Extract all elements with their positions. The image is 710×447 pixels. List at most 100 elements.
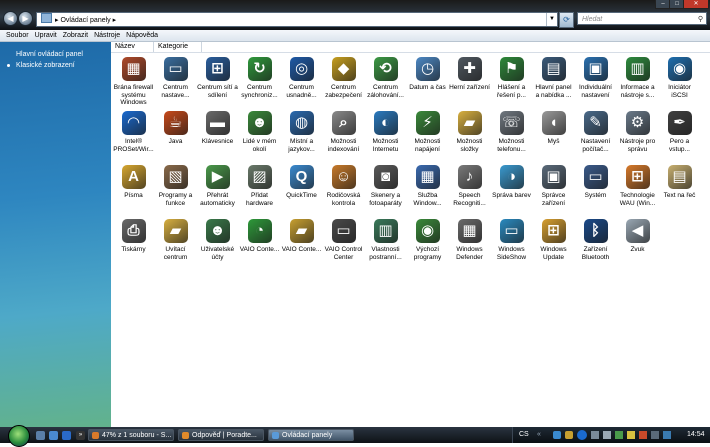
switch-windows-icon[interactable] xyxy=(49,431,58,440)
color-management-icon: ◑ xyxy=(499,165,524,189)
classic-view-link[interactable]: Klasické zobrazení xyxy=(16,62,75,69)
control-panel-item[interactable]: ▧ Programy a funkce xyxy=(155,163,196,218)
control-panel-item[interactable]: ▨ Přidat hardware xyxy=(239,163,280,218)
search-icon[interactable]: ⚲ xyxy=(698,13,703,26)
menu-edit[interactable]: Upravit xyxy=(35,30,57,41)
control-panel-item[interactable]: ☺ Rodičovská kontrola xyxy=(323,163,364,218)
control-panel-item[interactable]: ☏ Možnosti telefonu... xyxy=(491,109,532,164)
control-panel-item[interactable]: ◖ Myš xyxy=(533,109,574,164)
column-divider[interactable] xyxy=(153,42,154,52)
control-panel-item[interactable]: ✎ Nastavení počítač... xyxy=(575,109,616,164)
control-panel-item[interactable]: ◔ VAIO Conte... xyxy=(239,217,280,272)
start-button[interactable] xyxy=(8,425,30,447)
breadcrumb-chevron-icon[interactable]: ▸ xyxy=(111,17,117,24)
control-panel-item[interactable]: ⊞ Windows Update xyxy=(533,217,574,272)
close-icon[interactable]: ✕ xyxy=(683,0,709,9)
control-panel-item[interactable]: ▥ Informace a nástroje s... xyxy=(617,55,658,110)
control-panel-item[interactable]: ⚙ Nástroje pro správu xyxy=(617,109,658,164)
security-tray-icon[interactable] xyxy=(639,431,647,439)
column-header-category[interactable]: Kategorie xyxy=(158,43,188,50)
taskbar-button-control-panel[interactable]: Ovládací panely xyxy=(268,429,354,441)
control-panel-item[interactable]: ◉ Iniciátor iSCSI xyxy=(659,55,700,110)
control-panel-item[interactable]: ▭ VAIO Control Center xyxy=(323,217,364,272)
menu-help[interactable]: Nápověda xyxy=(126,30,158,41)
control-panel-item[interactable]: ◆ Centrum zabezpečení xyxy=(323,55,364,110)
control-panel-item[interactable]: ◐ Možnosti Internetu xyxy=(365,109,406,164)
control-panel-item[interactable]: ⎙ Tiskárny xyxy=(113,217,154,272)
control-panel-item[interactable]: ▣ Individuální nastavení xyxy=(575,55,616,110)
control-panel-item[interactable]: ◎ Centrum usnadně... xyxy=(281,55,322,110)
home-control-panel-link[interactable]: Hlavní ovládací panel xyxy=(16,51,83,58)
control-panel-item[interactable]: ▰ Uvítací centrum xyxy=(155,217,196,272)
control-panel-item[interactable]: ↻ Centrum synchroniz... xyxy=(239,55,280,110)
control-panel-item[interactable]: ✚ Herní zařízení xyxy=(449,55,490,110)
control-panel-item[interactable]: ◉ Výchozí programy xyxy=(407,217,448,272)
control-panel-item[interactable]: ▦ Brána firewall systému Windows xyxy=(113,55,154,110)
control-panel-item[interactable]: ⌕ Možnosti indexování xyxy=(323,109,364,164)
battery-tray-icon[interactable] xyxy=(615,431,623,439)
taskbar-button-browser[interactable]: Odpověď | Poradte... xyxy=(178,429,264,441)
control-panel-item[interactable]: ⊞ Centrum sítí a sdílení xyxy=(197,55,238,110)
control-panel-item[interactable]: ◙ Skenery a fotoaparáty xyxy=(365,163,406,218)
control-panel-item[interactable]: ◀ Zvuk xyxy=(617,217,658,272)
control-panel-item[interactable]: ▭ Systém xyxy=(575,163,616,218)
control-panel-item[interactable]: ▰ Možnosti složky xyxy=(449,109,490,164)
tray-app-icon[interactable] xyxy=(565,431,573,439)
control-panel-item[interactable]: ▭ Windows SideShow xyxy=(491,217,532,272)
taskbar-button-download[interactable]: 47% z 1 souboru - S... xyxy=(88,429,174,441)
control-panel-item[interactable]: ☻ Lidé v mém okolí xyxy=(239,109,280,164)
internet-explorer-icon[interactable] xyxy=(62,431,71,440)
bluetooth-tray-icon[interactable] xyxy=(577,430,587,440)
quicklaunch-chevron-icon[interactable]: » xyxy=(76,431,85,440)
control-panel-item[interactable]: ▶ Přehrát automaticky xyxy=(197,163,238,218)
address-dropdown-icon[interactable]: ▼ xyxy=(546,13,557,26)
column-header-name[interactable]: Název xyxy=(115,43,135,50)
control-panel-item[interactable]: ◑ Správa barev xyxy=(491,163,532,218)
control-panel-item[interactable]: ▭ Centrum nastave... xyxy=(155,55,196,110)
control-panel-item[interactable]: ♪ Speech Recogniti... xyxy=(449,163,490,218)
language-indicator[interactable]: CS xyxy=(519,427,529,443)
control-panel-item[interactable]: ⊞ Technologie WAU (Win... xyxy=(617,163,658,218)
control-panel-item[interactable]: ☻ Uživatelské účty xyxy=(197,217,238,272)
refresh-icon[interactable]: ⟳ xyxy=(559,12,574,28)
column-divider[interactable] xyxy=(201,42,202,52)
tray-app-icon[interactable] xyxy=(651,431,659,439)
tray-app-icon[interactable] xyxy=(627,431,635,439)
clock[interactable]: 14:54 xyxy=(687,427,705,443)
control-panel-item[interactable]: A Písma xyxy=(113,163,154,218)
network-tray-icon[interactable] xyxy=(591,431,599,439)
menu-tools[interactable]: Nástroje xyxy=(94,30,120,41)
control-panel-item[interactable]: ▤ Text na řeč xyxy=(659,163,700,218)
control-panel-item[interactable]: ⚡ Možnosti napájení xyxy=(407,109,448,164)
control-panel-item[interactable]: Q QuickTime xyxy=(281,163,322,218)
menu-view[interactable]: Zobrazit xyxy=(63,30,88,41)
control-panel-item[interactable]: ▣ Správce zařízení xyxy=(533,163,574,218)
tray-app-icon[interactable] xyxy=(553,431,561,439)
breadcrumb-control-panel[interactable]: Ovládací panely xyxy=(60,17,110,24)
control-panel-item[interactable]: ◷ Datum a čas xyxy=(407,55,448,110)
tray-chevron-icon[interactable]: « xyxy=(537,427,541,443)
show-desktop-icon[interactable] xyxy=(36,431,45,440)
control-panel-item[interactable]: ▰ VAIO Conte... xyxy=(281,217,322,272)
control-panel-item[interactable]: ▥ Vlastnosti postranní... xyxy=(365,217,406,272)
menu-file[interactable]: Soubor xyxy=(6,30,29,41)
tray-app-icon[interactable] xyxy=(663,431,671,439)
control-panel-item[interactable]: ▦ Windows Defender xyxy=(449,217,490,272)
address-bar[interactable]: ▸ Ovládací panely ▸ ▼ xyxy=(36,12,558,27)
control-panel-item[interactable]: ▤ Hlavní panel a nabídka ... xyxy=(533,55,574,110)
control-panel-item[interactable]: ᛒ Zařízení Bluetooth xyxy=(575,217,616,272)
control-panel-item[interactable]: ▦ Služba Window... xyxy=(407,163,448,218)
control-panel-item-label: VAIO Conte... xyxy=(281,246,322,253)
control-panel-item[interactable]: ✒ Pero a vstup... xyxy=(659,109,700,164)
control-panel-item[interactable]: ☕ Java xyxy=(155,109,196,164)
control-panel-item[interactable]: ▬ Klávesnice xyxy=(197,109,238,164)
control-panel-item[interactable]: ⚑ Hlášení a řešení p... xyxy=(491,55,532,110)
volume-tray-icon[interactable] xyxy=(603,431,611,439)
forward-arrow-icon[interactable]: ▶ xyxy=(18,11,33,26)
search-input[interactable]: Hledat ⚲ xyxy=(577,12,707,25)
back-arrow-icon[interactable]: ◀ xyxy=(3,11,18,26)
control-panel-item[interactable]: ◠ Intel® PROSet/Wir... xyxy=(113,109,154,164)
control-panel-item[interactable]: ◍ Místní a jazykov... xyxy=(281,109,322,164)
control-panel-item-label: Lidé v mém okolí xyxy=(242,138,277,153)
control-panel-item[interactable]: ⟲ Centrum zálohování... xyxy=(365,55,406,110)
